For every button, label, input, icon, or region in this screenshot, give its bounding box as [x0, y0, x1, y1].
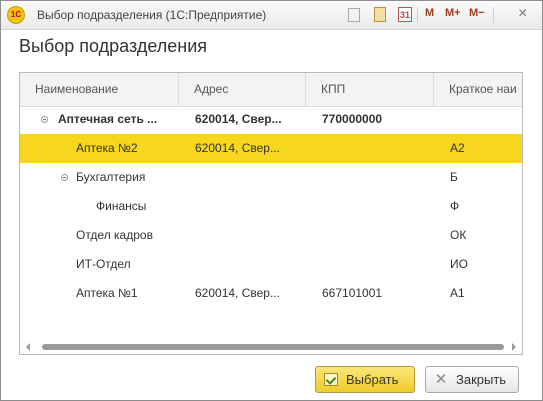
calendar-icon[interactable]: 31	[398, 7, 412, 22]
memory-minus-button[interactable]: M−	[469, 7, 485, 23]
cell-short-name: А2	[450, 141, 465, 155]
cell-name: Финансы	[96, 199, 147, 213]
cell-address	[195, 250, 303, 279]
cell-address	[195, 221, 303, 250]
cell-address: 620014, Свер...	[195, 141, 280, 155]
collapse-toggle-icon[interactable]	[41, 116, 48, 123]
cell-kpp	[322, 250, 430, 279]
collapse-toggle-icon[interactable]	[61, 174, 68, 181]
toolbar-separator	[493, 7, 494, 23]
table-row[interactable]: Аптечная сеть ... 620014, Свер... 770000…	[20, 105, 522, 134]
column-header-address[interactable]: Адрес	[179, 73, 306, 106]
table-row[interactable]: Финансы Ф	[20, 192, 522, 221]
cell-short-name: ОК	[450, 228, 467, 242]
cell-address	[195, 192, 303, 221]
toolbar-separator	[417, 7, 418, 23]
selection-dialog: 1С Выбор подразделения (1С:Предприятие) …	[0, 0, 543, 401]
document-icon[interactable]	[348, 8, 360, 22]
cell-short-name: ИО	[450, 257, 468, 271]
title-bar: 1С Выбор подразделения (1С:Предприятие) …	[1, 1, 542, 30]
close-button[interactable]: ✕ Закрыть	[425, 366, 519, 393]
cell-address: 620014, Свер...	[195, 286, 280, 300]
cell-short-name: Ф	[450, 199, 460, 213]
cell-kpp: 667101001	[322, 286, 383, 300]
cell-address: 620014, Свер...	[195, 112, 282, 126]
departments-table[interactable]: Наименование Адрес КПП Краткое наи Аптеч…	[19, 72, 523, 355]
cell-name: Аптечная сеть ...	[58, 112, 158, 126]
table-row[interactable]: Отдел кадров ОК	[20, 221, 522, 250]
column-header-name[interactable]: Наименование	[20, 73, 179, 106]
select-button[interactable]: Выбрать	[315, 366, 415, 393]
cell-name: Аптека №2	[76, 141, 138, 155]
checkmark-icon	[324, 373, 338, 386]
scrollbar-thumb[interactable]	[42, 344, 504, 350]
column-header-short-name[interactable]: Краткое наи	[434, 73, 522, 106]
form-heading: Выбор подразделения	[19, 36, 207, 56]
cell-short-name	[450, 105, 520, 134]
cell-kpp: 770000000	[322, 112, 383, 126]
table-row-selected[interactable]: Аптека №2 620014, Свер... А2	[20, 134, 522, 163]
table-row[interactable]: Бухгалтерия Б	[20, 163, 522, 192]
table-header: Наименование Адрес КПП Краткое наи	[20, 73, 522, 107]
close-button-label: Закрыть	[456, 372, 507, 387]
select-button-label: Выбрать	[346, 372, 399, 387]
scroll-right-arrow-icon[interactable]	[512, 343, 516, 351]
memory-button[interactable]: M	[425, 7, 434, 23]
column-header-kpp[interactable]: КПП	[306, 73, 434, 106]
table-row[interactable]: ИТ-Отдел ИО	[20, 250, 522, 279]
cell-short-name: А1	[450, 286, 465, 300]
horizontal-scrollbar[interactable]	[20, 340, 522, 354]
cell-short-name: Б	[450, 170, 458, 184]
cell-kpp	[322, 221, 430, 250]
cell-kpp	[322, 163, 430, 192]
cell-kpp	[322, 134, 430, 163]
cell-name: ИТ-Отдел	[76, 257, 131, 271]
cell-kpp	[322, 192, 430, 221]
close-icon: ✕	[434, 371, 448, 388]
cell-address	[195, 163, 303, 192]
memory-plus-button[interactable]: M+	[445, 7, 461, 23]
app-1c-icon[interactable]: 1С	[7, 6, 25, 24]
scroll-left-arrow-icon[interactable]	[26, 343, 30, 351]
cell-name: Аптека №1	[76, 286, 138, 300]
calculator-icon[interactable]	[374, 7, 386, 22]
close-window-button[interactable]: ×	[518, 5, 527, 23]
window-title: Выбор подразделения (1С:Предприятие)	[37, 8, 267, 22]
table-row[interactable]: Аптека №1 620014, Свер... 667101001 А1	[20, 279, 522, 308]
cell-name: Бухгалтерия	[76, 170, 146, 184]
cell-name: Отдел кадров	[76, 228, 153, 242]
